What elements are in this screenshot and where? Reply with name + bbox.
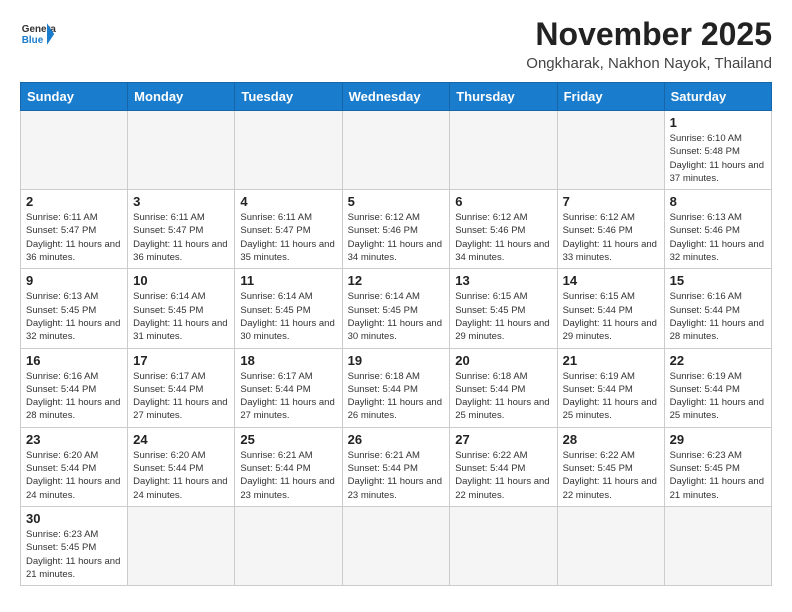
day-10: 10 Sunrise: 6:14 AM Sunset: 5:45 PM Dayl… (128, 269, 235, 348)
header-friday: Friday (557, 83, 664, 111)
day-18: 18 Sunrise: 6:17 AM Sunset: 5:44 PM Dayl… (235, 348, 342, 427)
empty-cell (235, 506, 342, 585)
svg-text:Blue: Blue (22, 35, 44, 46)
calendar-table: Sunday Monday Tuesday Wednesday Thursday… (20, 82, 772, 586)
day-6: 6 Sunrise: 6:12 AM Sunset: 5:46 PM Dayli… (450, 190, 557, 269)
day-29: 29 Sunrise: 6:23 AM Sunset: 5:45 PM Dayl… (664, 427, 771, 506)
calendar-row-1: 1 Sunrise: 6:10 AM Sunset: 5:48 PM Dayli… (21, 111, 772, 190)
day-14: 14 Sunrise: 6:15 AM Sunset: 5:44 PM Dayl… (557, 269, 664, 348)
header-thursday: Thursday (450, 83, 557, 111)
calendar-row-6: 30 Sunrise: 6:23 AM Sunset: 5:45 PM Dayl… (21, 506, 772, 585)
empty-cell (557, 506, 664, 585)
empty-cell (21, 111, 128, 190)
day-5: 5 Sunrise: 6:12 AM Sunset: 5:46 PM Dayli… (342, 190, 450, 269)
logo: General Blue (20, 16, 56, 52)
day-25: 25 Sunrise: 6:21 AM Sunset: 5:44 PM Dayl… (235, 427, 342, 506)
page-header: General Blue November 2025 Ongkharak, Na… (20, 16, 772, 72)
calendar-row-2: 2 Sunrise: 6:11 AM Sunset: 5:47 PM Dayli… (21, 190, 772, 269)
calendar-row-4: 16 Sunrise: 6:16 AM Sunset: 5:44 PM Dayl… (21, 348, 772, 427)
day-3: 3 Sunrise: 6:11 AM Sunset: 5:47 PM Dayli… (128, 190, 235, 269)
day-30: 30 Sunrise: 6:23 AM Sunset: 5:45 PM Dayl… (21, 506, 128, 585)
empty-cell (342, 111, 450, 190)
empty-cell (557, 111, 664, 190)
location-title: Ongkharak, Nakhon Nayok, Thailand (526, 55, 772, 72)
empty-cell (664, 506, 771, 585)
empty-cell (128, 111, 235, 190)
day-19: 19 Sunrise: 6:18 AM Sunset: 5:44 PM Dayl… (342, 348, 450, 427)
day-11: 11 Sunrise: 6:14 AM Sunset: 5:45 PM Dayl… (235, 269, 342, 348)
day-7: 7 Sunrise: 6:12 AM Sunset: 5:46 PM Dayli… (557, 190, 664, 269)
header-monday: Monday (128, 83, 235, 111)
day-28: 28 Sunrise: 6:22 AM Sunset: 5:45 PM Dayl… (557, 427, 664, 506)
calendar-row-3: 9 Sunrise: 6:13 AM Sunset: 5:45 PM Dayli… (21, 269, 772, 348)
day-2: 2 Sunrise: 6:11 AM Sunset: 5:47 PM Dayli… (21, 190, 128, 269)
day-17: 17 Sunrise: 6:17 AM Sunset: 5:44 PM Dayl… (128, 348, 235, 427)
header-wednesday: Wednesday (342, 83, 450, 111)
empty-cell (450, 506, 557, 585)
day-20: 20 Sunrise: 6:18 AM Sunset: 5:44 PM Dayl… (450, 348, 557, 427)
day-23: 23 Sunrise: 6:20 AM Sunset: 5:44 PM Dayl… (21, 427, 128, 506)
month-title: November 2025 (526, 16, 772, 53)
day-8: 8 Sunrise: 6:13 AM Sunset: 5:46 PM Dayli… (664, 190, 771, 269)
calendar-row-5: 23 Sunrise: 6:20 AM Sunset: 5:44 PM Dayl… (21, 427, 772, 506)
empty-cell (342, 506, 450, 585)
day-21: 21 Sunrise: 6:19 AM Sunset: 5:44 PM Dayl… (557, 348, 664, 427)
day-27: 27 Sunrise: 6:22 AM Sunset: 5:44 PM Dayl… (450, 427, 557, 506)
day-9: 9 Sunrise: 6:13 AM Sunset: 5:45 PM Dayli… (21, 269, 128, 348)
day-16: 16 Sunrise: 6:16 AM Sunset: 5:44 PM Dayl… (21, 348, 128, 427)
day-26: 26 Sunrise: 6:21 AM Sunset: 5:44 PM Dayl… (342, 427, 450, 506)
empty-cell (450, 111, 557, 190)
empty-cell (235, 111, 342, 190)
header-tuesday: Tuesday (235, 83, 342, 111)
header-saturday: Saturday (664, 83, 771, 111)
day-4: 4 Sunrise: 6:11 AM Sunset: 5:47 PM Dayli… (235, 190, 342, 269)
day-12: 12 Sunrise: 6:14 AM Sunset: 5:45 PM Dayl… (342, 269, 450, 348)
empty-cell (128, 506, 235, 585)
weekday-header-row: Sunday Monday Tuesday Wednesday Thursday… (21, 83, 772, 111)
day-1: 1 Sunrise: 6:10 AM Sunset: 5:48 PM Dayli… (664, 111, 771, 190)
day-13: 13 Sunrise: 6:15 AM Sunset: 5:45 PM Dayl… (450, 269, 557, 348)
day-24: 24 Sunrise: 6:20 AM Sunset: 5:44 PM Dayl… (128, 427, 235, 506)
header-sunday: Sunday (21, 83, 128, 111)
title-block: November 2025 Ongkharak, Nakhon Nayok, T… (526, 16, 772, 72)
day-15: 15 Sunrise: 6:16 AM Sunset: 5:44 PM Dayl… (664, 269, 771, 348)
day-22: 22 Sunrise: 6:19 AM Sunset: 5:44 PM Dayl… (664, 348, 771, 427)
